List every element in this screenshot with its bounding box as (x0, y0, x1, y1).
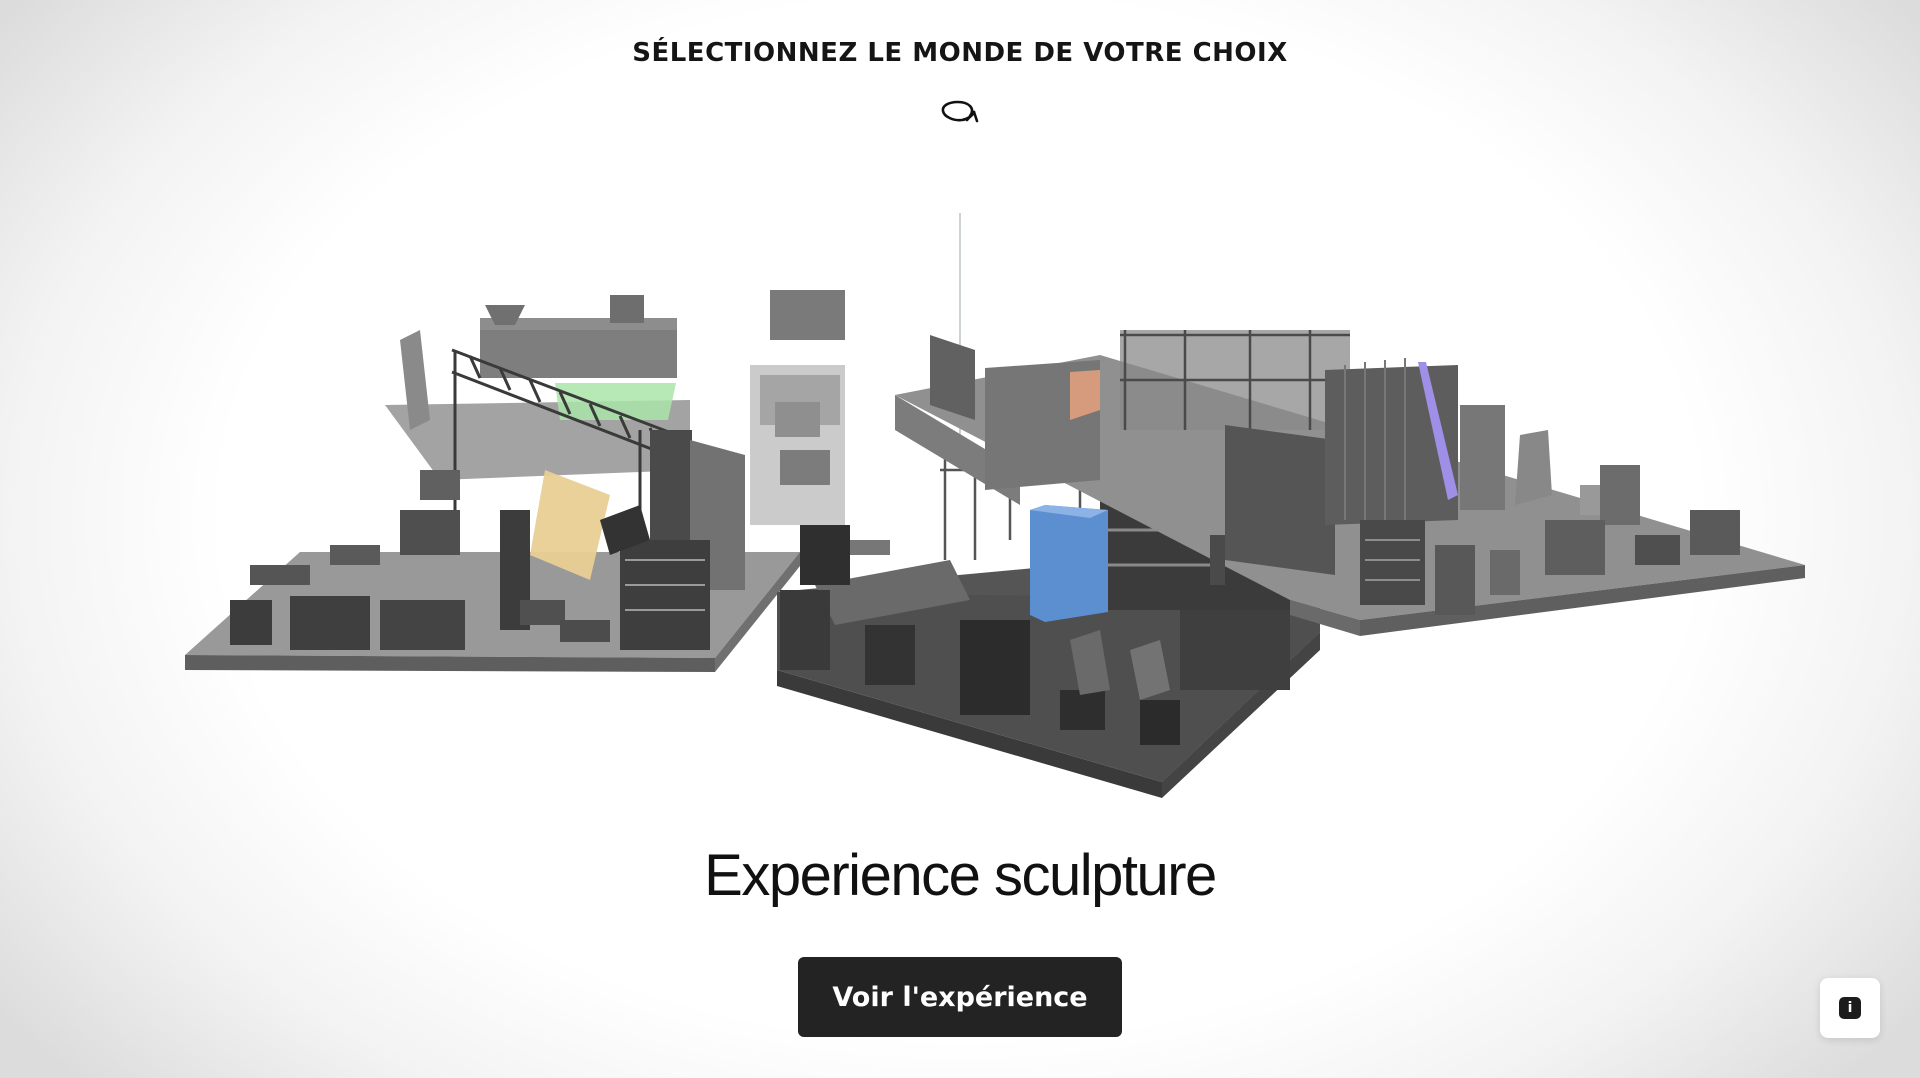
info-button[interactable]: i (1820, 978, 1880, 1038)
world-selector-3d-scene[interactable] (0, 0, 1920, 1078)
world-left[interactable] (185, 290, 845, 672)
view-experience-button[interactable]: Voir l'expérience (798, 957, 1122, 1037)
info-icon: i (1839, 997, 1861, 1019)
world-title: Experience sculpture (704, 843, 1217, 908)
